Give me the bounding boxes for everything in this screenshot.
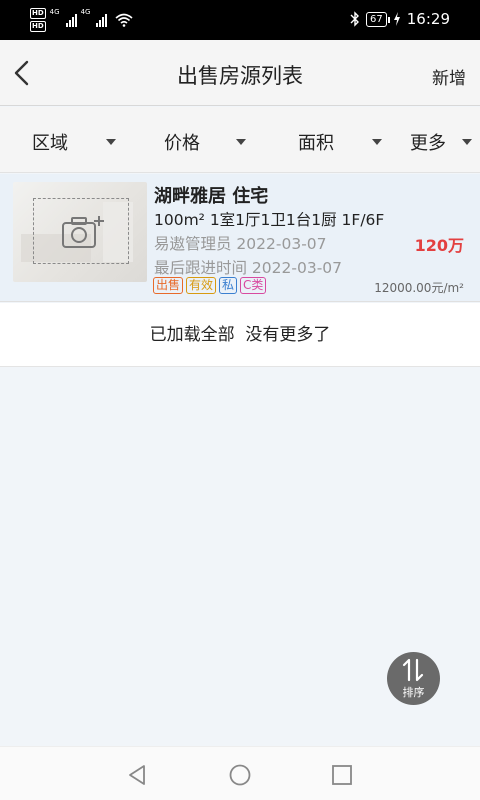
- hd-badge-1: HD: [30, 8, 46, 19]
- listing-card[interactable]: 湖畔雅居 住宅 100m² 1室1厅1卫1台1厨 1F/6F 易遨管理员 202…: [0, 174, 480, 302]
- load-more-status: 已加载全部 没有更多了: [0, 303, 480, 367]
- camera-add-icon: [62, 216, 104, 248]
- bluetooth-icon: [350, 11, 360, 27]
- tag-private: 私: [219, 277, 238, 294]
- dropdown-triangle-icon: [372, 139, 382, 145]
- filter-area[interactable]: 区域: [32, 129, 116, 155]
- tag-valid: 有效: [186, 277, 217, 294]
- filter-price[interactable]: 价格: [164, 129, 246, 155]
- filter-size-label: 面积: [298, 133, 334, 154]
- system-recents-icon[interactable]: [330, 763, 354, 787]
- dropdown-triangle-icon: [462, 139, 472, 145]
- listing-thumbnail: [13, 182, 147, 282]
- system-nav-bar: [0, 746, 480, 800]
- listing-name: 湖畔雅居 住宅: [154, 186, 269, 207]
- signal-area: HD HD 4G 4G: [30, 8, 133, 32]
- hd-badge-2: HD: [30, 21, 46, 32]
- listing-manager: 易遨管理员 2022-03-07: [154, 235, 327, 253]
- filter-more-label: 更多: [410, 133, 446, 154]
- sort-arrows-icon: [402, 658, 424, 682]
- filter-area-label: 区域: [32, 133, 68, 154]
- sort-label: 排序: [402, 686, 425, 699]
- listing-spec: 100m² 1室1厅1卫1台1厨 1F/6F: [154, 211, 385, 229]
- network-type-1: 4G: [49, 8, 60, 16]
- nav-bar: 出售房源列表 新增: [0, 40, 480, 106]
- add-button[interactable]: 新增: [432, 64, 466, 89]
- filter-more[interactable]: 更多: [410, 129, 472, 155]
- page-title: 出售房源列表: [177, 64, 303, 88]
- dropdown-triangle-icon: [106, 139, 116, 145]
- network-type-2: 4G: [80, 8, 91, 16]
- system-back-icon[interactable]: [126, 763, 150, 787]
- listing-tags: 出售 有效 私 C类: [153, 277, 267, 294]
- tag-sale: 出售: [153, 277, 184, 294]
- status-bar: HD HD 4G 4G 67 16:29: [0, 0, 480, 40]
- filter-size[interactable]: 面积: [298, 129, 382, 155]
- status-right: 67 16:29: [350, 10, 450, 28]
- clock: 16:29: [406, 10, 450, 28]
- sort-button[interactable]: 排序: [387, 652, 440, 705]
- filter-price-label: 价格: [164, 133, 200, 154]
- listing-unit-price: 12000.00元/m²: [374, 281, 464, 295]
- system-home-icon[interactable]: [228, 763, 252, 787]
- signal-icon-2: [96, 13, 108, 27]
- tag-class: C类: [240, 277, 267, 294]
- battery-level: 67: [366, 11, 390, 27]
- charging-icon: [393, 12, 400, 26]
- dropdown-triangle-icon: [236, 139, 246, 145]
- filter-bar: 区域 价格 面积 更多: [0, 107, 480, 173]
- wifi-icon: [115, 13, 133, 27]
- listing-price: 120万: [414, 236, 464, 255]
- signal-icon-1: [65, 13, 77, 27]
- listing-followup: 最后跟进时间 2022-03-07: [154, 259, 343, 277]
